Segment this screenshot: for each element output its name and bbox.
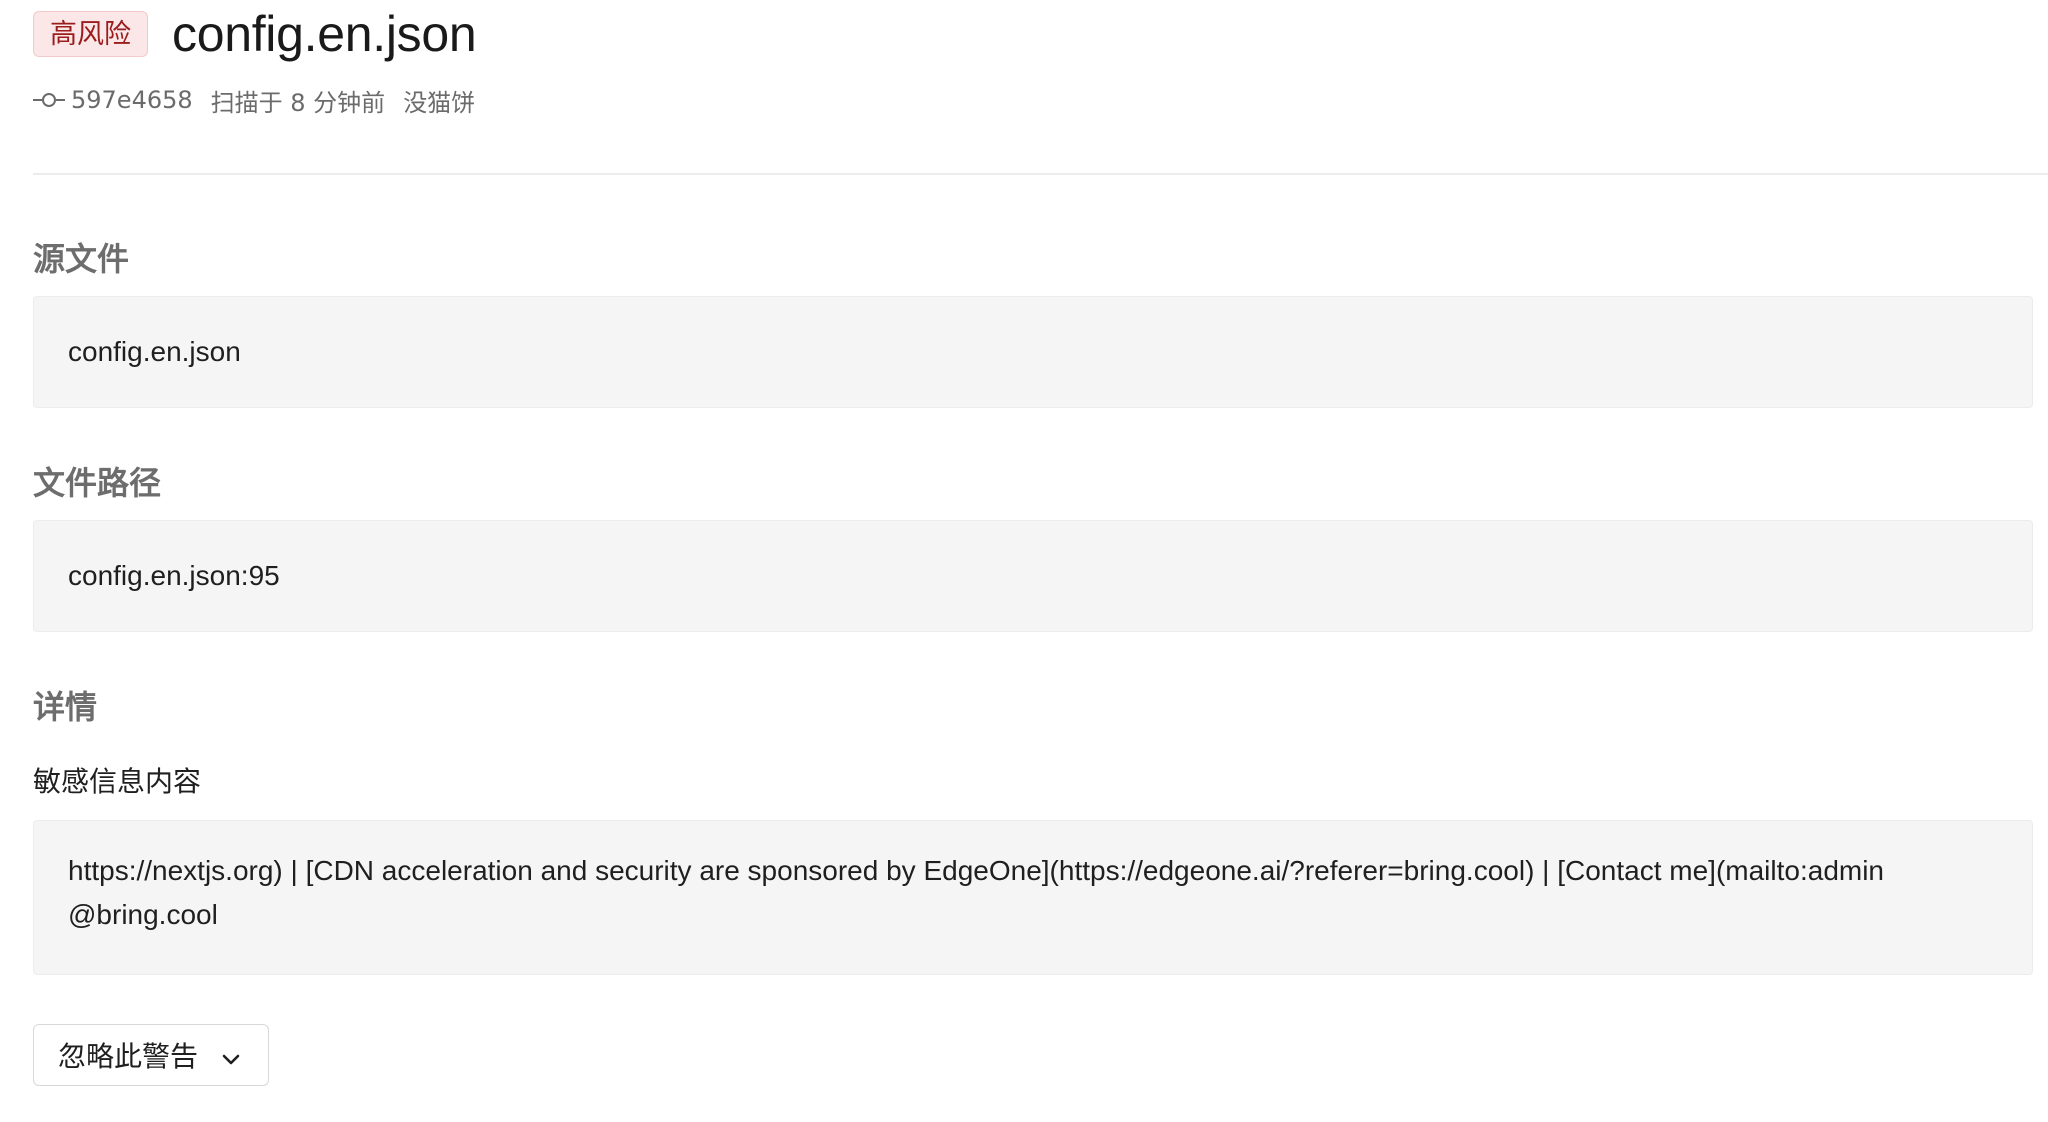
file-path-box: config.en.json:95 [33,520,2033,632]
ignore-alert-label: 忽略此警告 [58,1040,199,1073]
scan-time: 扫描于 8 分钟前 [210,88,386,117]
section-title-details: 详情 [33,688,98,726]
meta-row: 597e4658 扫描于 8 分钟前 没猫饼 [33,82,475,118]
sensitive-content-value: https://nextjs.org) | [CDN acceleration … [68,855,1885,930]
ignore-alert-button[interactable]: 忽略此警告 [33,1024,269,1086]
file-path-value: config.en.json:95 [68,560,280,591]
risk-badge: 高风险 [33,11,148,57]
section-title-source-file: 源文件 [33,240,130,278]
commit-icon [33,88,65,112]
header: 高风险 config.en.json [33,6,477,62]
chevron-down-icon [220,1044,242,1066]
source-file-box: config.en.json [33,296,2033,408]
source-file-value: config.en.json [68,336,241,367]
divider [33,173,2048,175]
page-title: config.en.json [172,6,477,62]
sensitive-content-label: 敏感信息内容 [33,765,202,798]
author[interactable]: 没猫饼 [403,83,475,118]
commit-hash[interactable]: 597e4658 [71,86,193,114]
sensitive-content-box: https://nextjs.org) | [CDN acceleration … [33,820,2033,975]
section-title-file-path: 文件路径 [33,464,162,502]
